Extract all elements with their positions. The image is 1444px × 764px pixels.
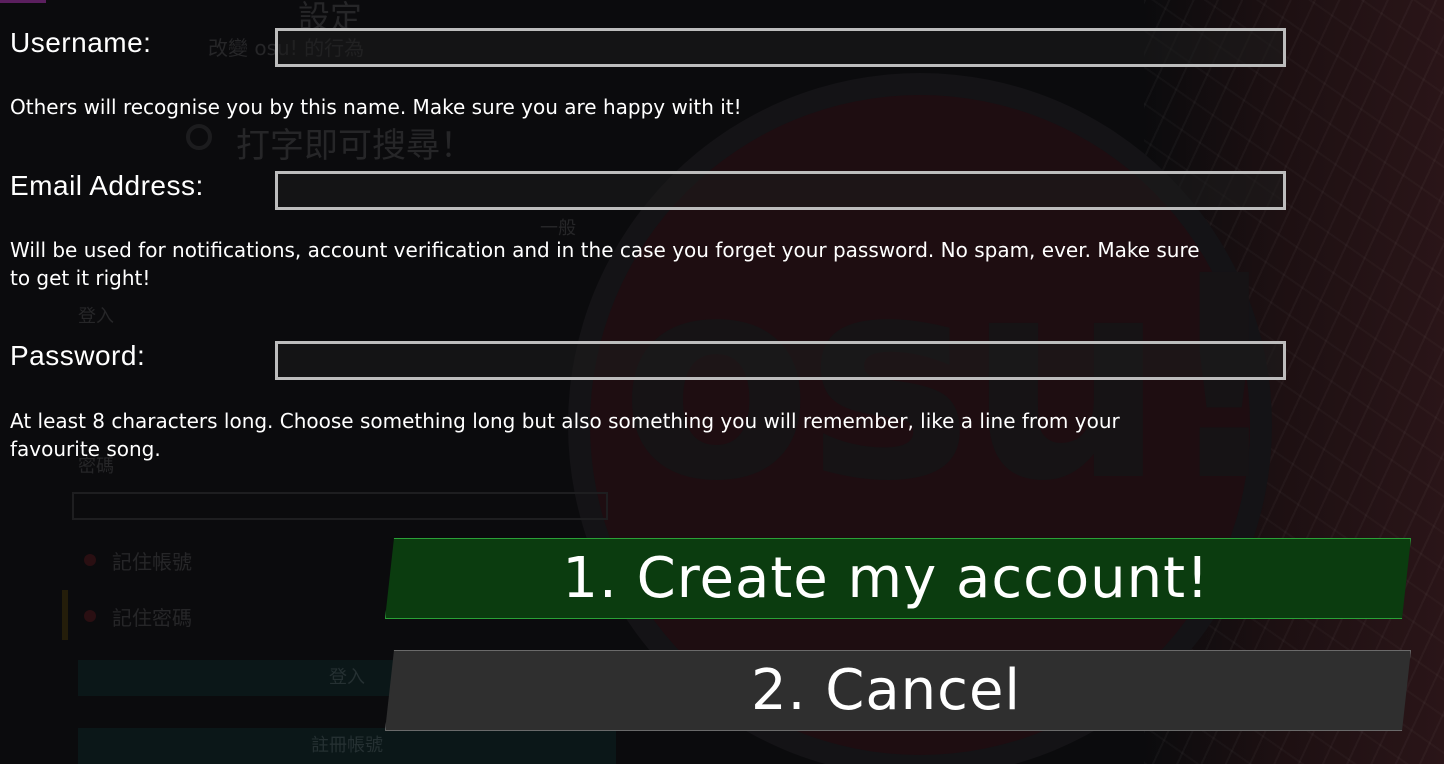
username-label: Username: <box>10 27 152 58</box>
username-help-text: Others will recognise you by this name. … <box>10 95 742 119</box>
settings-section-login: 登入 <box>78 306 114 327</box>
remember-password-label: 記住密碼 <box>112 606 192 630</box>
remember-username-checkbox <box>84 554 96 566</box>
cancel-label: 2. Cancel <box>751 658 1021 723</box>
remember-password-checkbox <box>84 610 96 622</box>
password-input[interactable] <box>275 341 1286 380</box>
create-account-label: 1. Create my account! <box>562 546 1210 611</box>
settings-highlight-bar <box>62 590 68 640</box>
password-help-text: At least 8 characters long. Choose somet… <box>10 409 1120 461</box>
email-help-text: Will be used for notifications, account … <box>10 238 1200 290</box>
remember-username-label: 記住帳號 <box>112 550 192 574</box>
settings-search-hint: 打字即可搜尋！ <box>236 126 474 166</box>
registration-overlay: osu! 設定 改變 osu! 的行為 打字即可搜尋！ 一般 登入 密碼 記住帳… <box>0 0 1444 764</box>
create-account-button[interactable]: 1. Create my account! <box>385 538 1411 619</box>
username-input[interactable] <box>275 28 1286 67</box>
settings-password-input <box>72 492 608 520</box>
email-input[interactable] <box>275 171 1286 210</box>
search-icon <box>186 124 212 150</box>
cancel-button[interactable]: 2. Cancel <box>385 650 1411 731</box>
email-label: Email Address: <box>10 170 204 201</box>
password-label: Password: <box>10 340 146 371</box>
settings-register-button: 註冊帳號 <box>78 728 616 764</box>
corner-accent <box>0 0 46 3</box>
